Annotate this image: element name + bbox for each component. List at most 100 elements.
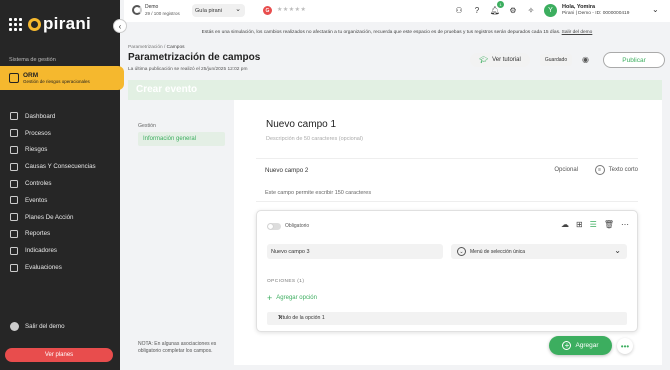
- trash-icon[interactable]: 🗑︎: [604, 220, 614, 229]
- banner-text: Estás en una simulación, los cambios rea…: [201, 30, 561, 35]
- exit-demo-label: Salir del demo: [25, 323, 65, 330]
- banner-exit-link[interactable]: Salir del demo: [562, 30, 593, 35]
- collapse-sidebar-button[interactable]: ‹: [113, 19, 127, 33]
- event-title-bar: Crear evento: [128, 80, 662, 100]
- sidebar-item-dashboard[interactable]: Dashboard: [0, 108, 120, 125]
- sidebar-item-label: Dashboard: [25, 112, 56, 120]
- notification-count: 1: [497, 1, 504, 8]
- text-type-icon: ≡: [594, 165, 605, 175]
- field1-title[interactable]: Nuevo campo 1: [266, 119, 336, 130]
- sections-panel: Gestión Información general NOTA: En alg…: [128, 100, 234, 365]
- publish-button[interactable]: Publicar: [603, 52, 665, 68]
- page-title: Parametrización de campos: [128, 52, 261, 63]
- field2-optional: Opcional: [554, 167, 578, 173]
- module-title: ORM: [23, 72, 39, 79]
- field1-description[interactable]: Descripción de 50 caracteres (opcional): [266, 136, 363, 142]
- breadcrumb: Parametrización / Campos: [128, 45, 185, 50]
- warning-icon: [10, 196, 18, 205]
- risk-icon: [10, 145, 18, 154]
- logo[interactable]: pirani: [9, 14, 91, 34]
- guide-label: Guía pirani: [195, 7, 222, 14]
- user-org: Pirani | Demo - ID: 0000000419: [562, 11, 630, 16]
- plus-icon: +: [267, 293, 273, 303]
- field2-type-label: Texto corto: [608, 167, 638, 173]
- sidebar-item-reportes[interactable]: Reportes: [0, 226, 120, 243]
- guide-dropdown[interactable]: Guía pirani ⌄: [192, 4, 245, 17]
- simulation-banner: Estás en una simulación, los cambios rea…: [124, 27, 670, 39]
- user-menu-chevron-icon[interactable]: ⌄: [652, 5, 659, 14]
- plus-circle-icon: +: [562, 341, 572, 350]
- event-title: Crear evento: [136, 84, 198, 95]
- columns-icon[interactable]: ⊞: [576, 220, 583, 229]
- add-field-button[interactable]: + Agregar: [549, 336, 612, 355]
- report-icon: [10, 229, 18, 238]
- option-row[interactable]: Título de la opción 1 ×: [267, 312, 627, 325]
- sidebar-item-label: Procesos: [25, 129, 51, 137]
- system-label: Sistema de gestión: [9, 57, 56, 63]
- graduation-cap-icon: 🎓︎: [479, 57, 489, 64]
- field2-type: ≡ Texto corto: [594, 165, 638, 175]
- field2-name: Nuevo campo 2: [265, 167, 309, 174]
- sidebar-item-causas[interactable]: Causas Y Consecuencias: [0, 158, 120, 175]
- sidebar-item-eventos[interactable]: Eventos: [0, 192, 120, 209]
- cloud-upload-icon[interactable]: ☁: [561, 220, 569, 229]
- module-subtitle: Gestión de riesgos operacionales: [23, 79, 90, 84]
- avatar[interactable]: Y: [544, 4, 557, 17]
- close-icon[interactable]: ×: [278, 313, 623, 322]
- sidebar-item-label: Planes De Acción: [25, 213, 74, 221]
- help-icon[interactable]: ?: [472, 5, 482, 15]
- field3-editor: Obligatorio ☁ ⊞ ☰ 🗑︎ ⋯ ⌄ Menú de selecci…: [256, 210, 638, 332]
- sidebar-item-label: Riesgos: [25, 146, 48, 154]
- g-badge-icon[interactable]: G: [263, 6, 272, 15]
- required-toggle[interactable]: [267, 223, 281, 230]
- more-options-button[interactable]: •••: [617, 338, 633, 354]
- rows-icon[interactable]: ☰: [590, 220, 597, 229]
- chevron-left-icon: ‹: [118, 21, 122, 31]
- causes-icon: [10, 162, 18, 171]
- sidebar-item-evaluaciones[interactable]: Evaluaciones: [0, 259, 120, 276]
- breadcrumb-current: Campos: [166, 45, 185, 50]
- brand-name: pirani: [43, 14, 92, 33]
- sidebar-item-indicadores[interactable]: Indicadores: [0, 242, 120, 259]
- tutorial-button[interactable]: 🎓︎ Ver tutorial: [470, 53, 530, 67]
- add-option-button[interactable]: + Agregar opción: [267, 293, 317, 303]
- module-selector[interactable]: ORM Gestión de riesgos operacionales: [0, 66, 124, 90]
- sidebar-item-label: Indicadores: [25, 247, 57, 255]
- section-general-info[interactable]: Información general: [138, 132, 225, 146]
- bell-icon[interactable]: 🔔︎ 1: [490, 1, 504, 15]
- controls-icon: [10, 179, 18, 188]
- breadcrumb-parent[interactable]: Parametrización: [128, 45, 163, 50]
- required-label: Obligatorio: [285, 223, 310, 229]
- sidebar-item-label: Controles: [25, 180, 52, 188]
- field2-help: Este campo permite escribir 150 caracter…: [265, 190, 372, 196]
- user-greeting: Hola, Yomira: [562, 4, 596, 10]
- gear-icon[interactable]: ⚙: [508, 5, 518, 15]
- field-type-select[interactable]: ⌄ Menú de selección única ⌄: [451, 244, 627, 259]
- top-icons: ⚇ ? 🔔︎ 1 ⚙ ✧: [454, 1, 536, 15]
- options-label: OPCIONES (1): [267, 279, 305, 284]
- preview-eye-icon[interactable]: ◉: [582, 55, 589, 64]
- sidebar-item-controles[interactable]: Controles: [0, 175, 120, 192]
- field2-card[interactable]: Nuevo campo 2 Opcional ≡ Texto corto Est…: [256, 158, 638, 202]
- rating-stars[interactable]: ★★★★★: [277, 6, 306, 13]
- single-select-icon: ⌄: [457, 247, 466, 256]
- more-icon[interactable]: ⋯: [621, 220, 629, 229]
- sidebar-item-label: Reportes: [25, 230, 51, 238]
- publication-info: La última publicación se realizó el 25/j…: [128, 67, 248, 72]
- sidebar-item-planes[interactable]: Planes De Acción: [0, 209, 120, 226]
- field-name-input[interactable]: [267, 244, 443, 259]
- view-plans-button[interactable]: Ver planes: [5, 348, 113, 362]
- apps-grid-icon[interactable]: [9, 17, 22, 31]
- association-note: NOTA: En algunas asociaciones es obligat…: [138, 341, 217, 354]
- sidebar-item-procesos[interactable]: Procesos: [0, 125, 120, 142]
- sparkle-icon[interactable]: ✧: [526, 5, 536, 15]
- form-panel: Nuevo campo 1 Descripción de 50 caracter…: [234, 100, 662, 365]
- module-icon: [9, 73, 19, 83]
- exit-demo-link[interactable]: Salir del demo: [10, 322, 65, 331]
- field-tools: ☁ ⊞ ☰ 🗑︎ ⋯: [561, 220, 629, 229]
- field-type-label: Menú de selección única: [470, 248, 526, 255]
- sidebar-item-riesgos[interactable]: Riesgos: [0, 142, 120, 159]
- process-icon: [10, 129, 18, 138]
- evaluation-icon: [10, 263, 18, 272]
- add-user-icon[interactable]: ⚇: [454, 5, 464, 15]
